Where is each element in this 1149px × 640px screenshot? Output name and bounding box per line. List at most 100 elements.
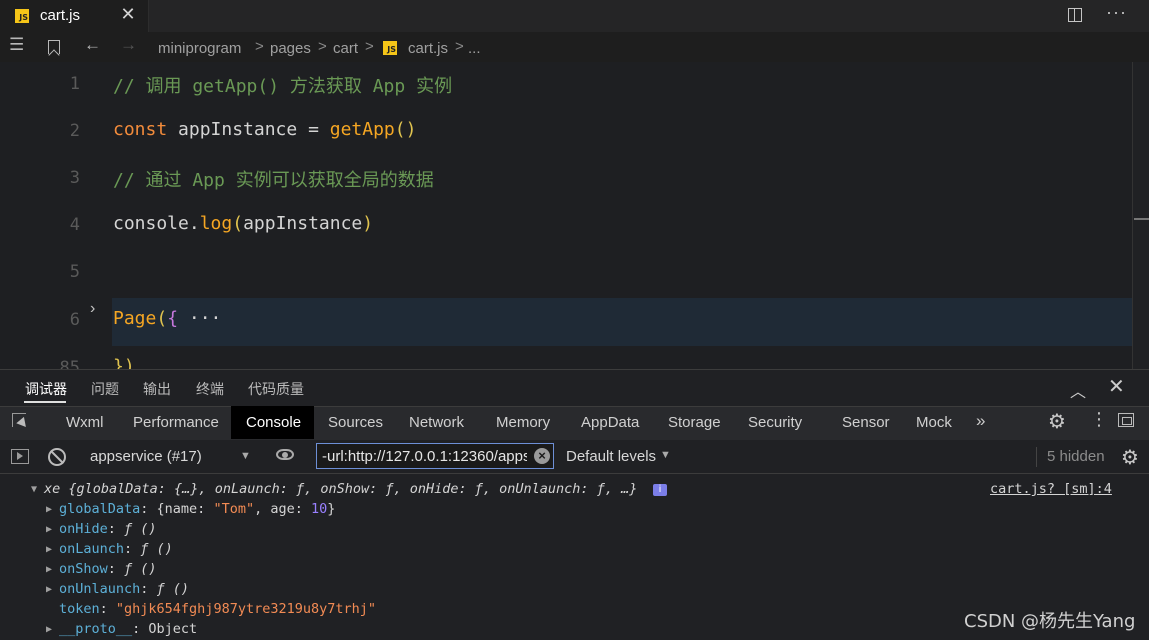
chevron-down-icon: ▼ xyxy=(240,450,251,462)
code-line[interactable]: Page({ ··· xyxy=(113,308,221,329)
expand-triangle-icon[interactable]: ▶ xyxy=(46,504,52,515)
tab-cart-js[interactable]: JS cart.js ✕ xyxy=(0,0,149,32)
devtools-tab-security[interactable]: Security xyxy=(748,414,802,431)
breadcrumb-separator: > xyxy=(255,38,264,55)
breadcrumb-item-cart-js[interactable]: cart.js xyxy=(408,40,448,57)
source-link[interactable]: cart.js? [sm]:4 xyxy=(990,481,1112,497)
object-name: xe xyxy=(44,481,69,497)
property-value: ƒ () xyxy=(156,581,190,597)
console-property-row[interactable]: globalData: {name: "Tom", age: 10} xyxy=(59,501,335,517)
close-panel-icon[interactable]: ✕ xyxy=(1108,374,1125,399)
expand-triangle-icon[interactable]: ▶ xyxy=(46,584,52,595)
clear-console-icon[interactable] xyxy=(48,448,66,466)
settings-gear-icon[interactable]: ⚙ xyxy=(1048,409,1066,434)
line-number: 85 xyxy=(59,358,80,369)
breadcrumb-separator: > xyxy=(455,38,464,55)
close-icon[interactable]: ✕ xyxy=(118,4,138,25)
devtools-tab-wxml[interactable]: Wxml xyxy=(66,414,104,431)
code-line[interactable]: }) xyxy=(113,356,135,369)
clear-filter-icon[interactable]: × xyxy=(534,448,550,464)
code-token: console. xyxy=(113,213,200,234)
panel-tab-terminal[interactable]: 终端 xyxy=(196,379,224,399)
property-value: : xyxy=(107,561,125,577)
forward-arrow-icon[interactable]: → xyxy=(120,35,137,55)
current-line-highlight xyxy=(112,298,1149,346)
property-value: : xyxy=(140,581,157,597)
console-property-row[interactable]: onUnlaunch: ƒ () xyxy=(59,581,189,597)
dock-side-icon[interactable] xyxy=(1118,413,1134,427)
panel-tab-problems[interactable]: 问题 xyxy=(91,379,119,399)
code-editor[interactable]: › 1 // 调用 getApp() 方法获取 App 实例 2 const appI… xyxy=(0,62,1149,369)
devtools-tab-network[interactable]: Network xyxy=(409,414,464,431)
breadcrumb-separator: > xyxy=(318,38,327,55)
editor-tab-bar xyxy=(0,0,1149,32)
line-number: 6 xyxy=(69,310,80,330)
breadcrumb-item-miniprogram[interactable]: miniprogram xyxy=(158,40,241,57)
context-select-value: appservice (#17) xyxy=(90,448,202,465)
property-value: 10 xyxy=(310,501,328,517)
console-property-row[interactable]: onHide: ƒ () xyxy=(59,521,157,537)
log-levels-dropdown[interactable]: Default levels xyxy=(566,448,656,465)
devtools-tab-mock[interactable]: Mock xyxy=(916,414,952,431)
line-number: 3 xyxy=(69,168,80,188)
devtools-tab-storage[interactable]: Storage xyxy=(668,414,721,431)
more-tabs-icon[interactable]: » xyxy=(976,411,985,431)
expand-triangle-icon[interactable]: ▶ xyxy=(46,524,52,535)
devtools-tab-memory[interactable]: Memory xyxy=(496,414,550,431)
console-property-row[interactable]: __proto__: Object xyxy=(59,621,197,637)
console-property-row[interactable]: onShow: ƒ () xyxy=(59,561,157,577)
devtools-tab-appdata[interactable]: AppData xyxy=(581,414,639,431)
property-value: } xyxy=(327,501,336,517)
inspect-element-icon[interactable] xyxy=(12,413,26,427)
breadcrumb-item-more[interactable]: ... xyxy=(468,40,481,57)
property-key: token xyxy=(59,601,100,617)
breadcrumb-item-pages[interactable]: pages xyxy=(270,40,311,57)
property-value: : xyxy=(99,601,116,617)
panel-tab-code-quality[interactable]: 代码质量 xyxy=(248,379,304,399)
expand-triangle-icon[interactable]: ▶ xyxy=(46,544,52,555)
expand-triangle-icon[interactable]: ▼ xyxy=(31,484,37,495)
object-summary: {globalData: {…}, onLaunch: ƒ, onShow: ƒ… xyxy=(68,481,638,497)
console-object-header[interactable]: xe {globalData: {…}, onLaunch: ƒ, onShow… xyxy=(44,481,637,497)
property-value: , age: xyxy=(254,501,311,517)
split-editor-icon[interactable] xyxy=(1068,8,1082,22)
code-token: ) xyxy=(362,213,374,234)
breadcrumb-item-cart[interactable]: cart xyxy=(333,40,358,57)
expand-triangle-icon[interactable]: ▶ xyxy=(46,564,52,575)
devtools-tab-sources[interactable]: Sources xyxy=(328,414,383,431)
console-settings-gear-icon[interactable]: ⚙ xyxy=(1121,445,1139,470)
sidebar-toggle-icon[interactable] xyxy=(11,449,29,464)
console-property-row[interactable]: token: "ghjk654fghj987ytre3219u8y7trhj" xyxy=(59,601,376,617)
console-property-row[interactable]: onLaunch: ƒ () xyxy=(59,541,173,557)
bookmark-icon[interactable] xyxy=(48,40,60,54)
info-icon[interactable]: i xyxy=(653,484,667,496)
code-token: getApp xyxy=(329,119,395,140)
active-tab-indicator xyxy=(24,401,66,403)
editor-scrollbar[interactable] xyxy=(1132,62,1149,369)
code-line[interactable]: // 通过 App 实例可以获取全局的数据 xyxy=(113,166,434,192)
expand-triangle-icon[interactable]: ▶ xyxy=(46,624,52,635)
devtools-tab-console[interactable]: Console xyxy=(246,414,301,431)
code-line[interactable]: console.log(appInstance) xyxy=(113,213,373,234)
more-actions-icon[interactable]: ··· xyxy=(1106,2,1127,23)
back-arrow-icon[interactable]: ← xyxy=(84,35,101,55)
code-line[interactable]: const appInstance = getApp() xyxy=(113,119,416,140)
panel-tab-debugger[interactable]: 调试器 xyxy=(25,379,67,399)
filter-input-value: -url:http://127.0.0.1:12360/appservice xyxy=(322,448,527,465)
list-icon[interactable]: ☰ xyxy=(9,35,24,55)
property-key: onLaunch xyxy=(59,541,125,557)
devtools-tab-sensor[interactable]: Sensor xyxy=(842,414,890,431)
code-token: ( xyxy=(232,213,244,234)
property-value: ƒ () xyxy=(124,521,157,537)
code-line[interactable]: // 调用 getApp() 方法获取 App 实例 xyxy=(113,72,452,98)
scrollbar-marker xyxy=(1134,218,1149,220)
code-token: () xyxy=(394,119,417,140)
devtools-tab-performance[interactable]: Performance xyxy=(133,414,219,431)
panel-tab-output[interactable]: 输出 xyxy=(143,379,171,399)
kebab-menu-icon[interactable]: ⋮ xyxy=(1090,409,1108,430)
code-token: const xyxy=(113,119,168,140)
live-expression-eye-icon[interactable] xyxy=(276,449,294,460)
fold-chevron-icon[interactable]: › xyxy=(90,300,95,318)
chevron-up-icon[interactable]: ︿ xyxy=(1070,378,1086,402)
line-number: 4 xyxy=(69,215,80,235)
